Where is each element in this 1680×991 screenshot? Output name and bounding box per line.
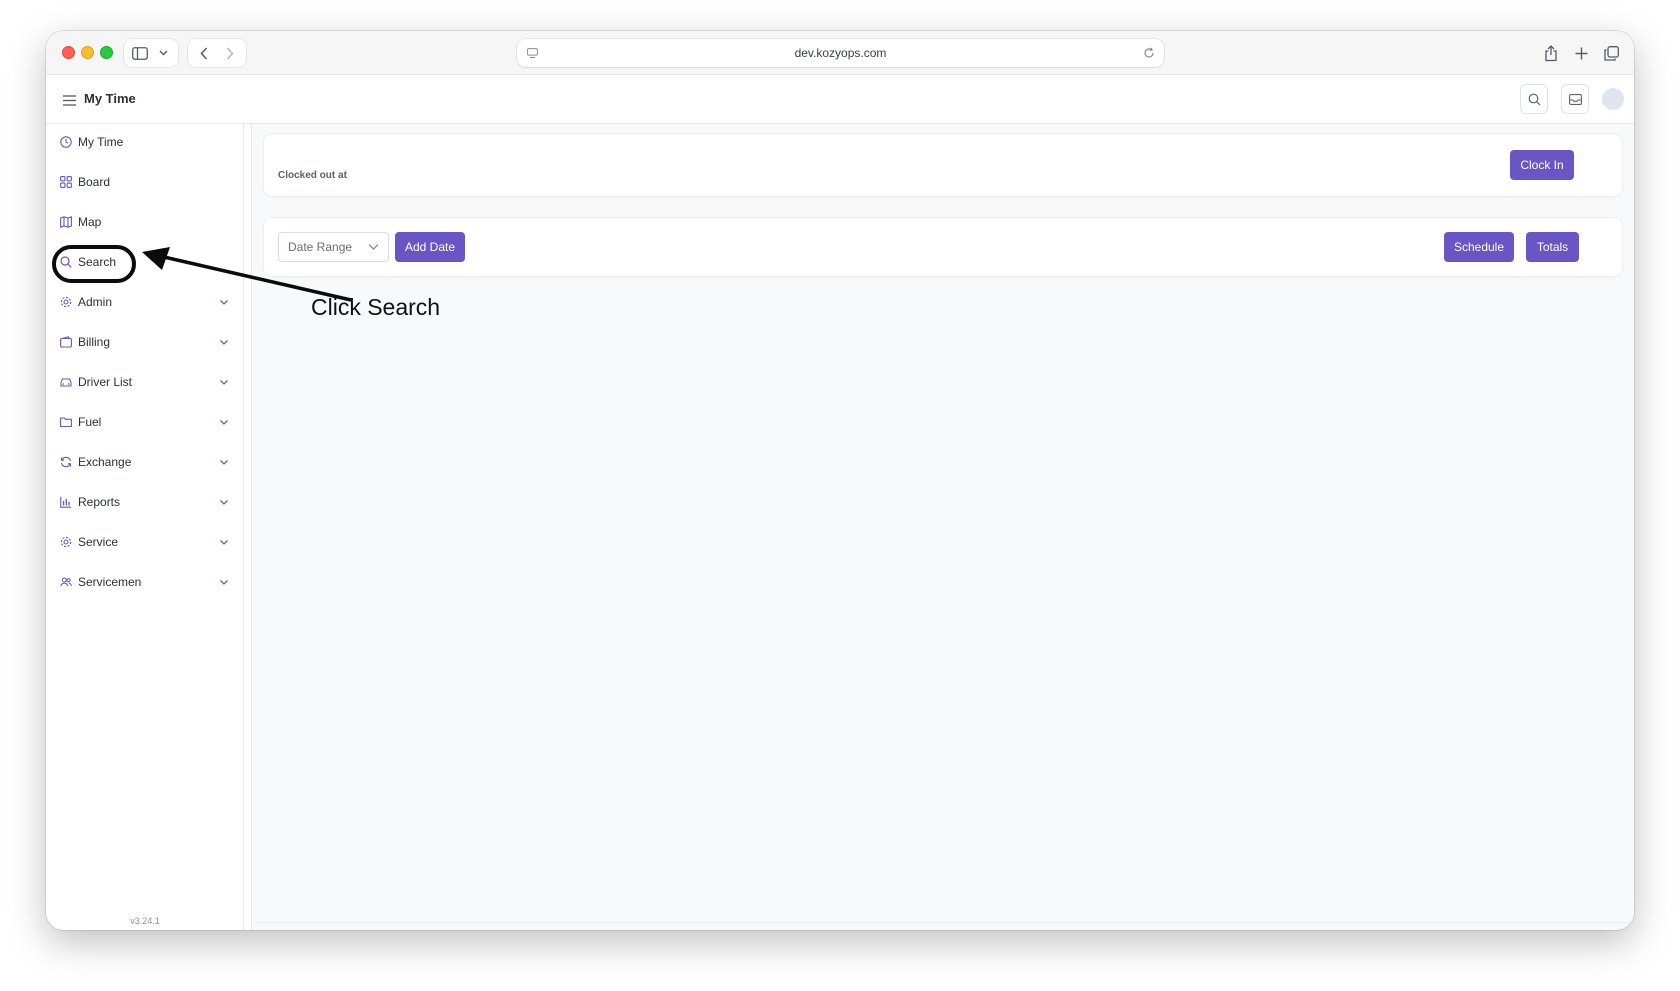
back-button[interactable] xyxy=(194,39,214,67)
add-date-button[interactable]: Add Date xyxy=(395,232,465,262)
users-icon xyxy=(59,575,73,589)
sidebar-item-fuel[interactable]: Fuel xyxy=(46,406,244,438)
wallet-icon xyxy=(59,335,73,349)
sidebar-item-billing[interactable]: Billing xyxy=(46,326,244,358)
clock-status-text: Clocked out at xyxy=(278,170,347,181)
schedule-button[interactable]: Schedule xyxy=(1444,232,1514,262)
new-tab-icon[interactable] xyxy=(1570,39,1592,67)
sidebar-item-label: Driver List xyxy=(78,375,133,389)
app-header: My Time xyxy=(46,75,1634,124)
chevron-down-icon[interactable] xyxy=(218,576,230,588)
sidebar-divider xyxy=(244,124,252,930)
tab-overview-icon[interactable] xyxy=(1600,39,1622,67)
map-icon xyxy=(59,215,73,229)
forward-button[interactable] xyxy=(220,39,240,67)
minimize-window-button[interactable] xyxy=(81,46,94,59)
main-content: Clocked out at Clock In Date Range Add D… xyxy=(253,124,1634,930)
history-nav-group xyxy=(188,39,246,67)
annotation-text: Click Search xyxy=(311,294,441,320)
sidebar-item-label: Map xyxy=(78,215,102,229)
chevron-down-icon[interactable] xyxy=(218,416,230,428)
inbox-icon xyxy=(1568,93,1582,105)
clock-icon xyxy=(59,135,73,149)
sidebar-item-label: Exchange xyxy=(78,455,132,469)
grid-icon xyxy=(59,175,73,189)
reload-icon[interactable] xyxy=(1140,39,1158,67)
sidebar-item-label: Fuel xyxy=(78,415,102,429)
clock-in-button[interactable]: Clock In xyxy=(1510,150,1574,180)
main-bottom-divider xyxy=(253,922,1634,923)
sidebar-item-label: Board xyxy=(78,175,111,189)
app-version: v3.24.1 xyxy=(130,916,160,926)
sidebar-item-label: Billing xyxy=(78,335,111,349)
sidebar-item-reports[interactable]: Reports xyxy=(46,486,244,518)
sidebar-item-label: Service xyxy=(78,535,119,549)
url-text: dev.kozyops.com xyxy=(794,46,887,60)
search-icon xyxy=(1528,93,1540,105)
avatar[interactable] xyxy=(1602,88,1624,110)
search-highlight-ring xyxy=(52,245,136,283)
zoom-window-button[interactable] xyxy=(100,46,113,59)
sidebar-item-board[interactable]: Board xyxy=(46,166,244,198)
refresh-icon xyxy=(59,455,73,469)
sidebar-item-label: My Time xyxy=(78,135,124,149)
clock-status-card: Clocked out at Clock In xyxy=(264,134,1622,196)
sidebar-item-exchange[interactable]: Exchange xyxy=(46,446,244,478)
hamburger-menu-icon[interactable] xyxy=(63,93,76,111)
totals-button[interactable]: Totals xyxy=(1526,232,1579,262)
folder-icon xyxy=(59,415,73,429)
chevron-down-icon[interactable] xyxy=(218,336,230,348)
sidebar-item-map[interactable]: Map xyxy=(46,206,244,238)
page-title: My Time xyxy=(84,91,136,106)
header-inbox-button[interactable] xyxy=(1561,84,1589,114)
chevron-down-icon xyxy=(368,244,379,250)
browser-window: dev.kozyops.com My Time My Time Board Ma… xyxy=(46,31,1634,930)
share-icon[interactable] xyxy=(1540,39,1562,67)
close-window-button[interactable] xyxy=(62,46,75,59)
date-toolbar-card: Date Range Add Date Schedule Totals xyxy=(264,218,1622,276)
sidebar-item-servicemen[interactable]: Servicemen xyxy=(46,566,244,598)
sidebar-toggle-group[interactable] xyxy=(124,39,178,67)
browser-toolbar: dev.kozyops.com xyxy=(46,31,1634,75)
chevron-down-icon[interactable] xyxy=(218,496,230,508)
chevron-down-icon[interactable] xyxy=(218,456,230,468)
sidebar-item-label: Servicemen xyxy=(78,575,142,589)
chevron-down-icon[interactable] xyxy=(154,39,172,67)
gear-icon xyxy=(59,535,73,549)
sidebar-toggle-icon[interactable] xyxy=(130,39,150,67)
chevron-down-icon[interactable] xyxy=(218,376,230,388)
sidebar-item-label: Admin xyxy=(78,295,113,309)
header-search-button[interactable] xyxy=(1520,84,1548,114)
sidebar-item-service[interactable]: Service xyxy=(46,526,244,558)
sidebar-item-my-time[interactable]: My Time xyxy=(46,126,244,158)
chevron-down-icon[interactable] xyxy=(218,536,230,548)
address-bar[interactable]: dev.kozyops.com xyxy=(517,39,1164,67)
car-icon xyxy=(59,375,73,389)
bar-chart-icon xyxy=(59,495,73,509)
gear-icon xyxy=(59,295,73,309)
sidebar-item-driver-list[interactable]: Driver List xyxy=(46,366,244,398)
sidebar-item-label: Reports xyxy=(78,495,121,509)
